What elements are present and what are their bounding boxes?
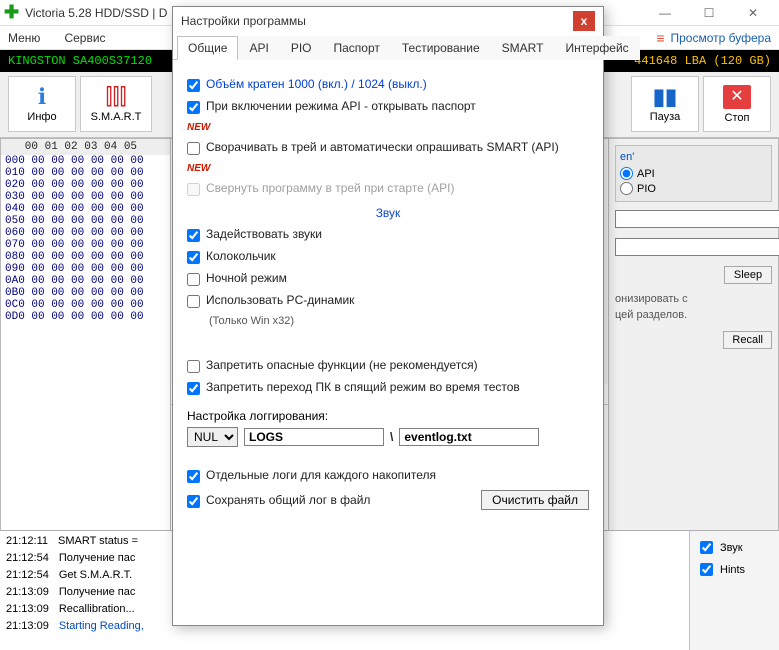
menu-item-service[interactable]: Сервис bbox=[64, 31, 105, 45]
pio-radio-label: PIO bbox=[637, 183, 656, 195]
bell-checkbox[interactable] bbox=[187, 251, 200, 264]
log-dir-input[interactable] bbox=[244, 428, 384, 446]
menu-item-menu[interactable]: Меню bbox=[8, 31, 40, 45]
hex-row: 050 00 00 00 00 00 00 bbox=[1, 215, 170, 227]
pc-speaker-label: Использовать PC-динамик bbox=[206, 293, 354, 307]
recall-button[interactable]: Recall bbox=[723, 331, 772, 349]
log-drive-select[interactable]: NUL bbox=[187, 427, 238, 447]
hex-row: 070 00 00 00 00 00 00 bbox=[1, 239, 170, 251]
save-common-log-checkbox[interactable] bbox=[187, 495, 200, 508]
settings-tab-pio[interactable]: PIO bbox=[280, 36, 323, 60]
api-open-passport-label: При включении режима API - открывать пас… bbox=[206, 99, 476, 113]
close-button[interactable]: ✕ bbox=[731, 1, 775, 25]
hex-row: 040 00 00 00 00 00 00 bbox=[1, 203, 170, 215]
app-icon: ✚ bbox=[4, 2, 19, 23]
night-mode-checkbox[interactable] bbox=[187, 273, 200, 286]
separate-logs-checkbox[interactable] bbox=[187, 470, 200, 483]
separate-logs-label: Отдельные логи для каждого накопителя bbox=[206, 468, 436, 482]
pause-icon: ▮▮ bbox=[653, 86, 677, 108]
en-fragment: en' bbox=[620, 151, 634, 163]
settings-title: Настройки программы bbox=[181, 14, 306, 28]
lba-input-2[interactable] bbox=[615, 238, 779, 256]
hex-header: 00 01 02 03 04 05 bbox=[1, 139, 170, 155]
sound-checkbox[interactable] bbox=[700, 541, 713, 554]
sleep-button[interactable]: Sleep bbox=[724, 266, 772, 284]
volume-1000-checkbox[interactable] bbox=[187, 79, 200, 92]
settings-titlebar: Настройки программы x bbox=[173, 7, 603, 35]
settings-tab-общие[interactable]: Общие bbox=[177, 36, 238, 60]
hex-row: 060 00 00 00 00 00 00 bbox=[1, 227, 170, 239]
logging-label: Настройка логгирования: bbox=[187, 409, 589, 423]
settings-body: Объём кратен 1000 (вкл.) / 1024 (выкл.) … bbox=[173, 60, 603, 625]
minimize-button[interactable]: — bbox=[643, 1, 687, 25]
hex-row: 090 00 00 00 00 00 00 bbox=[1, 263, 170, 275]
bell-label: Колокольчик bbox=[206, 249, 276, 263]
settings-tab-api[interactable]: API bbox=[238, 36, 279, 60]
pause-label: Пауза bbox=[650, 111, 681, 123]
hex-row: 0C0 00 00 00 00 00 00 bbox=[1, 299, 170, 311]
info-icon: ℹ bbox=[38, 86, 46, 108]
stop-button[interactable]: ✕ Стоп bbox=[703, 76, 771, 132]
forbid-sleep-label: Запретить переход ПК в спящий режим во в… bbox=[206, 380, 520, 394]
pc-speaker-sublabel: (Только Win x32) bbox=[209, 315, 589, 327]
drive-lba: 441648 LBA (120 GB) bbox=[634, 54, 771, 68]
api-radio[interactable] bbox=[620, 167, 633, 180]
info-label: Инфо bbox=[27, 111, 56, 123]
settings-tabs: ОбщиеAPIPIOПаспортТестированиеSMARTИнтер… bbox=[173, 35, 603, 60]
info-button[interactable]: ℹ Инфо bbox=[8, 76, 76, 132]
new-badge-1: NEW bbox=[187, 122, 589, 133]
drive-model: KINGSTON SA400S37120 bbox=[8, 54, 152, 68]
pc-speaker-checkbox[interactable] bbox=[187, 295, 200, 308]
lba-input[interactable] bbox=[615, 210, 779, 228]
forbid-danger-label: Запретить опасные функции (не рекомендуе… bbox=[206, 358, 478, 372]
log-file-input[interactable] bbox=[399, 428, 539, 446]
settings-tab-smart[interactable]: SMART bbox=[491, 36, 555, 60]
settings-close-button[interactable]: x bbox=[573, 11, 595, 31]
settings-tab-тестирование[interactable]: Тестирование bbox=[391, 36, 491, 60]
save-common-log-label: Сохранять общий лог в файл bbox=[206, 493, 370, 507]
hex-row: 080 00 00 00 00 00 00 bbox=[1, 251, 170, 263]
log-separator: \ bbox=[390, 430, 393, 444]
hex-row: 010 00 00 00 00 00 00 bbox=[1, 167, 170, 179]
api-open-passport-checkbox[interactable] bbox=[187, 101, 200, 114]
pio-radio[interactable] bbox=[620, 182, 633, 195]
pause-button[interactable]: ▮▮ Пауза bbox=[631, 76, 699, 132]
volume-1000-label: Объём кратен 1000 (вкл.) / 1024 (выкл.) bbox=[206, 77, 427, 91]
tray-start-checkbox bbox=[187, 183, 200, 196]
stop-label: Стоп bbox=[725, 112, 750, 124]
settings-tab-паспорт[interactable]: Паспорт bbox=[322, 36, 390, 60]
view-buffer-link[interactable]: Просмотр буфера bbox=[670, 31, 771, 45]
stop-icon: ✕ bbox=[723, 85, 751, 109]
forbid-sleep-checkbox[interactable] bbox=[187, 382, 200, 395]
hex-row: 000 00 00 00 00 00 00 bbox=[1, 155, 170, 167]
clear-file-button[interactable]: Очистить файл bbox=[481, 490, 589, 510]
hints-checkbox[interactable] bbox=[700, 563, 713, 576]
smart-label: S.M.A.R.T bbox=[91, 111, 142, 123]
hamburger-icon: ≡ bbox=[656, 30, 664, 46]
forbid-danger-checkbox[interactable] bbox=[187, 360, 200, 373]
hex-row: 020 00 00 00 00 00 00 bbox=[1, 179, 170, 191]
night-mode-label: Ночной режим bbox=[206, 271, 287, 285]
smart-icon: ⫿⫿⫿ bbox=[105, 86, 126, 108]
hex-row: 030 00 00 00 00 00 00 bbox=[1, 191, 170, 203]
sync-fragment: онизировать сцей разделов. bbox=[615, 292, 772, 323]
api-radio-label: API bbox=[637, 168, 655, 180]
tray-smart-checkbox[interactable] bbox=[187, 142, 200, 155]
maximize-button[interactable]: ☐ bbox=[687, 1, 731, 25]
enable-sounds-label: Задействовать звуки bbox=[206, 227, 322, 241]
log-options: Звук Hints bbox=[689, 531, 779, 650]
smart-button[interactable]: ⫿⫿⫿ S.M.A.R.T bbox=[80, 76, 152, 132]
tray-smart-label: Сворачивать в трей и автоматически опраш… bbox=[206, 140, 559, 154]
hex-row: 0B0 00 00 00 00 00 00 bbox=[1, 287, 170, 299]
hints-label: Hints bbox=[720, 564, 745, 576]
hex-row: 0A0 00 00 00 00 00 00 bbox=[1, 275, 170, 287]
enable-sounds-checkbox[interactable] bbox=[187, 229, 200, 242]
new-badge-2: NEW bbox=[187, 163, 589, 174]
hex-row: 0D0 00 00 00 00 00 00 bbox=[1, 311, 170, 323]
settings-tab-интерфейс[interactable]: Интерфейс bbox=[554, 36, 639, 60]
sound-label: Звук bbox=[720, 542, 743, 554]
sound-section-header: Звук bbox=[187, 206, 589, 220]
settings-dialog: Настройки программы x ОбщиеAPIPIOПаспорт… bbox=[172, 6, 604, 626]
tray-start-label: Свернуть программу в трей при старте (AP… bbox=[206, 181, 454, 195]
